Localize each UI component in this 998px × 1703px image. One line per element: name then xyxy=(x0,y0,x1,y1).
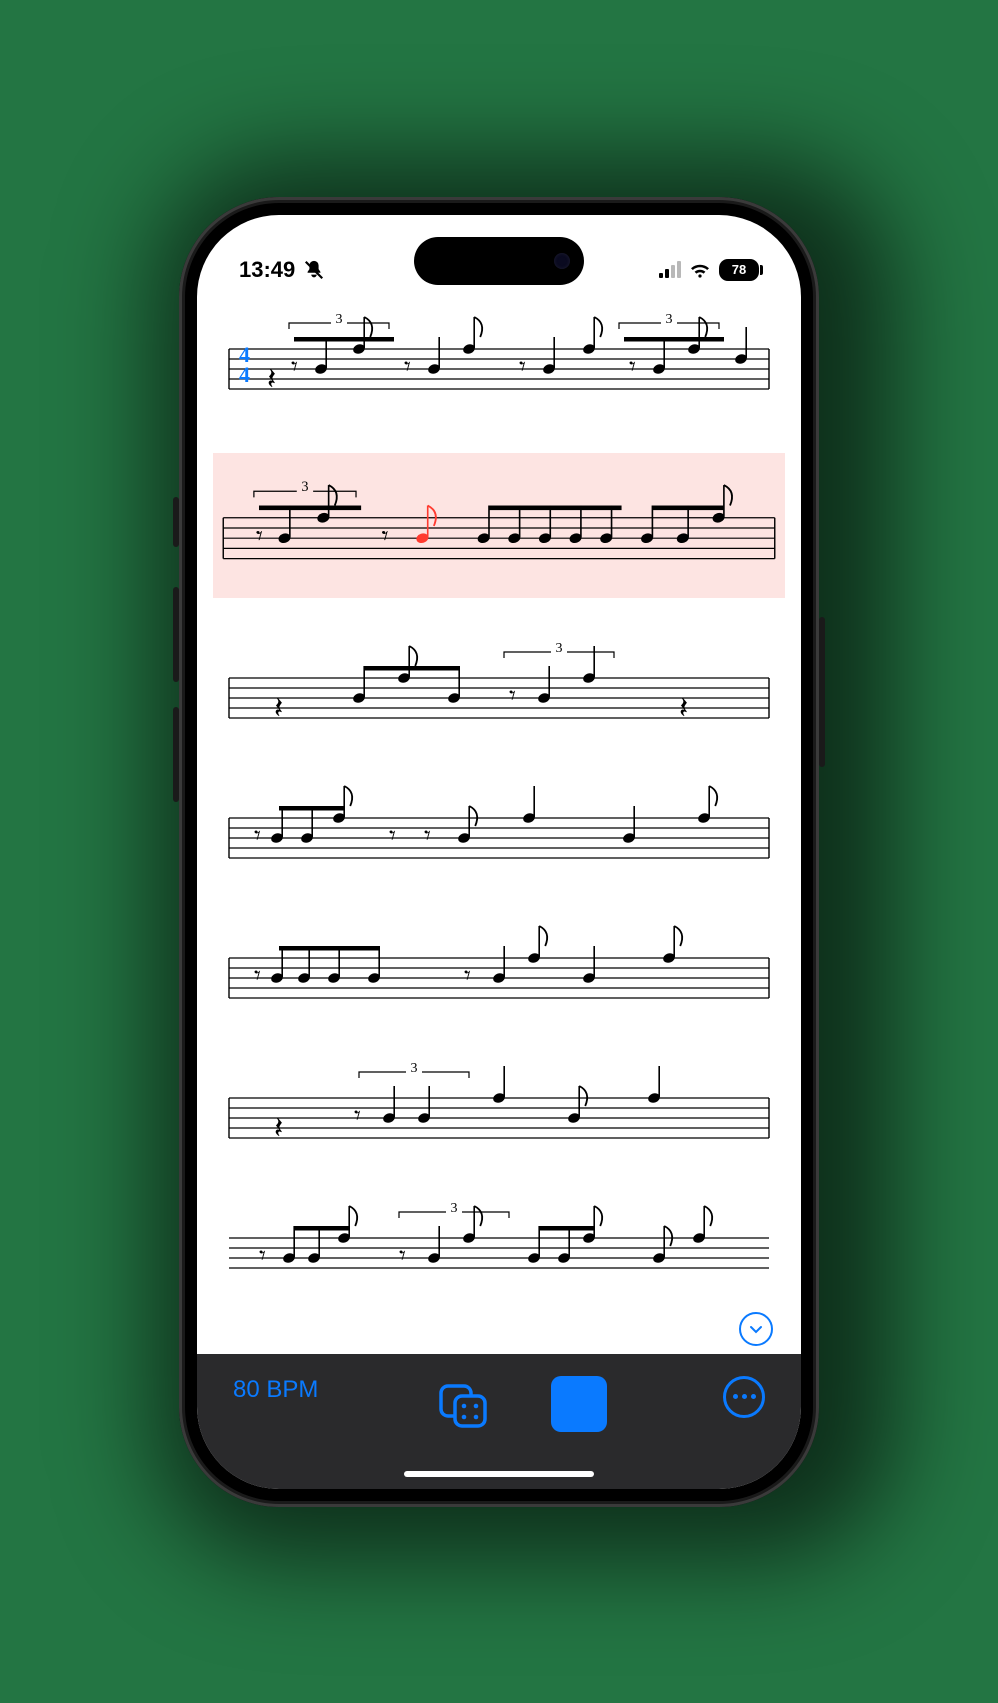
chevron-down-icon xyxy=(748,1321,764,1337)
svg-text:𝄾: 𝄾 xyxy=(256,520,263,550)
svg-text:𝄾: 𝄾 xyxy=(382,520,389,550)
staff: 𝄾𝄾 xyxy=(219,922,779,1010)
svg-text:𝄽: 𝄽 xyxy=(274,1112,283,1145)
toolbar: 80 BPM xyxy=(197,1354,801,1489)
svg-text:𝄾: 𝄾 xyxy=(404,352,411,381)
battery-percent: 78 xyxy=(732,262,746,277)
cellular-signal-icon xyxy=(659,262,681,278)
stop-button[interactable] xyxy=(551,1376,607,1432)
staff: 3 𝄾 𝄾 xyxy=(213,481,785,571)
svg-text:3: 3 xyxy=(666,313,673,327)
staff: 4433𝄽𝄾𝄾𝄾𝄾 xyxy=(219,313,779,401)
svg-text:𝄾: 𝄾 xyxy=(399,1241,406,1270)
power-button[interactable] xyxy=(819,617,825,767)
silent-switch[interactable] xyxy=(173,497,179,547)
wifi-icon xyxy=(689,261,711,279)
measure[interactable]: 𝄾𝄾 xyxy=(219,922,779,1010)
svg-text:3: 3 xyxy=(336,313,343,327)
staff: 3 𝄽 𝄾 𝄽 xyxy=(219,642,779,730)
measure-active[interactable]: 3 𝄾 𝄾 xyxy=(213,453,785,599)
status-time: 13:49 xyxy=(239,257,295,283)
battery-indicator: 78 xyxy=(719,259,759,281)
more-button[interactable] xyxy=(723,1376,765,1418)
staff: 𝄾 𝄾 𝄾 xyxy=(219,782,779,870)
measure[interactable]: 𝄾 𝄾 𝄾 xyxy=(219,782,779,870)
svg-text:𝄾: 𝄾 xyxy=(629,352,636,381)
measure[interactable]: 3 𝄾 𝄾 xyxy=(219,1202,779,1276)
svg-text:𝄽: 𝄽 xyxy=(679,692,688,725)
scroll-down-button[interactable] xyxy=(739,1312,773,1346)
shuffle-button[interactable] xyxy=(435,1376,491,1432)
home-indicator[interactable] xyxy=(404,1471,594,1477)
measure[interactable]: 3 𝄽 𝄾 𝄽 xyxy=(219,642,779,730)
svg-text:𝄽: 𝄽 xyxy=(274,692,283,725)
silent-mode-icon xyxy=(303,259,325,281)
svg-text:3: 3 xyxy=(411,1062,418,1076)
measure[interactable]: 4433𝄽𝄾𝄾𝄾𝄾 xyxy=(219,313,779,401)
dice-icon xyxy=(437,1378,489,1430)
dynamic-island xyxy=(414,237,584,285)
svg-text:𝄾: 𝄾 xyxy=(354,1101,361,1130)
svg-text:3: 3 xyxy=(301,481,308,495)
time-sig-denominator: 4 xyxy=(239,362,250,387)
svg-text:3: 3 xyxy=(556,642,563,656)
ellipsis-icon xyxy=(733,1394,738,1399)
staff: 3 𝄾 𝄾 xyxy=(219,1202,779,1276)
svg-text:𝄾: 𝄾 xyxy=(259,1241,266,1270)
svg-text:𝄾: 𝄾 xyxy=(389,821,396,850)
volume-down-button[interactable] xyxy=(173,707,179,802)
svg-text:𝄽: 𝄽 xyxy=(267,363,276,396)
bpm-button[interactable]: 80 BPM xyxy=(233,1376,318,1404)
svg-text:3: 3 xyxy=(451,1202,458,1216)
svg-text:𝄾: 𝄾 xyxy=(254,961,261,990)
volume-up-button[interactable] xyxy=(173,587,179,682)
svg-text:𝄾: 𝄾 xyxy=(519,352,526,381)
svg-text:𝄾: 𝄾 xyxy=(254,821,261,850)
screen: 13:49 78 4433 xyxy=(197,215,801,1489)
staff: 3 𝄽 𝄾 xyxy=(219,1062,779,1150)
svg-text:𝄾: 𝄾 xyxy=(464,961,471,990)
front-camera xyxy=(554,253,570,269)
svg-text:𝄾: 𝄾 xyxy=(509,681,516,710)
svg-text:𝄾: 𝄾 xyxy=(291,352,298,381)
phone-frame: 13:49 78 4433 xyxy=(179,197,819,1507)
svg-text:𝄾: 𝄾 xyxy=(424,821,431,850)
measure[interactable]: 3 𝄽 𝄾 xyxy=(219,1062,779,1150)
score-scroll-area[interactable]: 4433𝄽𝄾𝄾𝄾𝄾3𝄾𝄾3𝄽𝄾𝄽𝄾𝄾𝄾𝄾𝄾3𝄽𝄾3𝄾𝄾 xyxy=(197,295,801,1354)
